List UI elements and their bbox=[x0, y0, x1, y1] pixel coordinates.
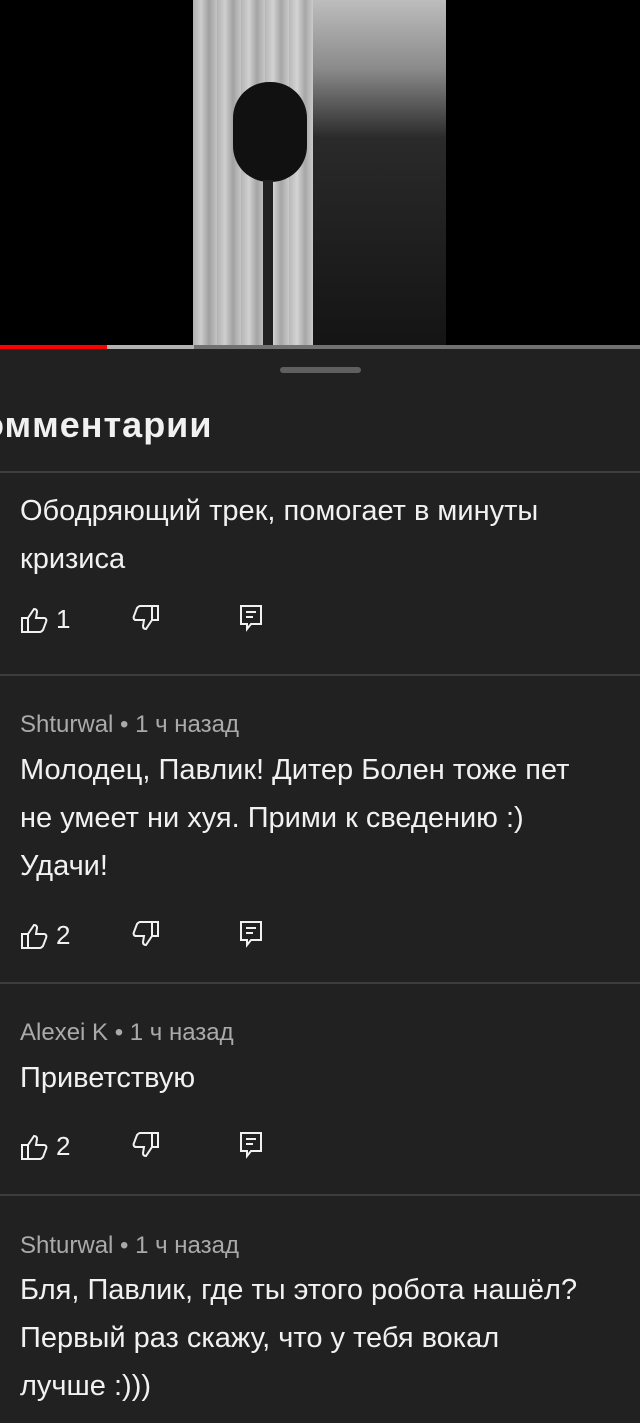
comment-text: Приветствую bbox=[20, 1062, 196, 1094]
comments-sheet: омментарии Ободряющий трек, помогает в м… bbox=[0, 349, 640, 1423]
drag-handle[interactable] bbox=[280, 367, 361, 373]
comment-meta[interactable]: Alexei K • 1 ч назад bbox=[20, 1019, 234, 1047]
dislike-button[interactable] bbox=[132, 1131, 160, 1159]
reply-button[interactable] bbox=[238, 1131, 264, 1159]
video-singer bbox=[313, 0, 446, 346]
comments-title: омментарии bbox=[0, 404, 213, 445]
comment-meta[interactable]: Shturwal • 1 ч назад bbox=[20, 711, 239, 739]
video-frame bbox=[193, 0, 446, 346]
like-count: 1 bbox=[56, 604, 71, 634]
reply-icon bbox=[238, 604, 264, 632]
comment-item: Shturwal • 1 ч назад Бля, Павлик, где ты… bbox=[0, 1196, 640, 1423]
microphone-image bbox=[233, 82, 307, 182]
thumb-up-icon bbox=[20, 606, 48, 634]
like-button[interactable]: 1 bbox=[20, 604, 70, 635]
like-button[interactable]: 2 bbox=[20, 1131, 70, 1162]
reply-icon bbox=[238, 1131, 264, 1159]
reply-icon bbox=[238, 920, 264, 948]
dislike-button[interactable] bbox=[132, 920, 160, 948]
comment-meta[interactable]: Shturwal • 1 ч назад bbox=[20, 1232, 239, 1260]
comment-item: Alexei K • 1 ч назад Приветствую 2 bbox=[0, 984, 640, 1194]
thumb-down-icon bbox=[132, 604, 160, 632]
reply-button[interactable] bbox=[238, 604, 264, 632]
like-count: 2 bbox=[56, 920, 71, 950]
comment-text: Молодец, Павлик! Дитер Болен тоже пет не… bbox=[20, 754, 570, 882]
comment-text: Ободряющий трек, помогает в минуты кризи… bbox=[20, 495, 539, 575]
video-player[interactable] bbox=[0, 0, 640, 346]
microphone-stand-image bbox=[263, 180, 273, 346]
thumb-up-icon bbox=[20, 1133, 48, 1161]
reply-button[interactable] bbox=[238, 920, 264, 948]
comment-item: Shturwal • 1 ч назад Молодец, Павлик! Ди… bbox=[0, 676, 640, 982]
thumb-down-icon bbox=[132, 920, 160, 948]
like-count: 2 bbox=[56, 1131, 71, 1161]
thumb-down-icon bbox=[132, 1131, 160, 1159]
comment-text: Бля, Павлик, где ты этого робота нашёл? … bbox=[20, 1274, 578, 1402]
comment-item: Ободряющий трек, помогает в минуты кризи… bbox=[0, 469, 640, 677]
thumb-up-icon bbox=[20, 922, 48, 950]
dislike-button[interactable] bbox=[132, 604, 160, 632]
like-button[interactable]: 2 bbox=[20, 920, 70, 951]
